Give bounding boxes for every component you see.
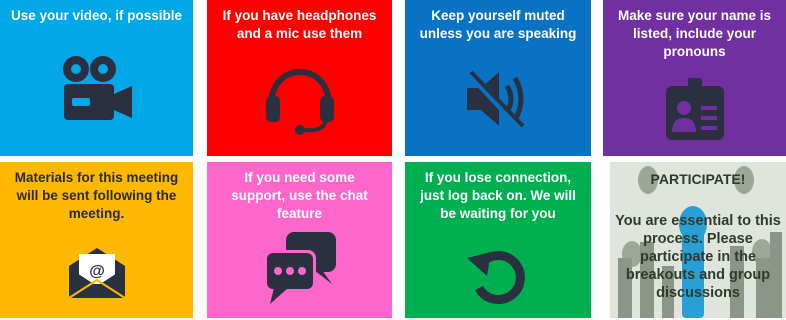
tile-participate: PARTICIPATE! You are essential to this p… — [610, 162, 786, 318]
svg-text:@: @ — [89, 263, 105, 280]
tile-materials: Materials for this meeting will be sent … — [0, 162, 193, 318]
tile-text: If you lose connection, just log back on… — [420, 170, 576, 221]
tile-muted: Keep yourself muted unless you are speak… — [405, 0, 591, 156]
participate-title: PARTICIPATE! — [650, 171, 746, 187]
meeting-guidelines-grid: Use your video, if possible If you have … — [0, 0, 786, 320]
email-envelope-icon: @ — [65, 246, 129, 300]
tile-text: Materials for this meeting will be sent … — [14, 170, 179, 221]
reconnect-arrow-icon — [465, 244, 531, 310]
tile-text: Keep yourself muted unless you are speak… — [419, 8, 577, 41]
tile-text: If you have headphones and a mic use the… — [222, 8, 377, 41]
headset-icon — [260, 60, 340, 136]
tile-text: Use your video, if possible — [10, 8, 183, 23]
tile-name-pronouns: Make sure your name is listed, include y… — [603, 0, 786, 156]
video-camera-icon — [60, 52, 134, 122]
chat-bubbles-icon — [262, 230, 338, 306]
muted-speaker-icon — [463, 68, 533, 130]
participate-body: You are essential to this process. Pleas… — [615, 213, 781, 301]
tile-text: If you need some support, use the chat f… — [231, 170, 368, 221]
tile-chat: If you need some support, use the chat f… — [207, 162, 392, 318]
tile-text: Make sure your name is listed, include y… — [617, 8, 772, 59]
tile-reconnect: If you lose connection, just log back on… — [405, 162, 591, 318]
tile-use-video: Use your video, if possible — [0, 0, 193, 156]
tile-headphones: If you have headphones and a mic use the… — [207, 0, 392, 156]
id-badge-icon — [664, 78, 726, 142]
